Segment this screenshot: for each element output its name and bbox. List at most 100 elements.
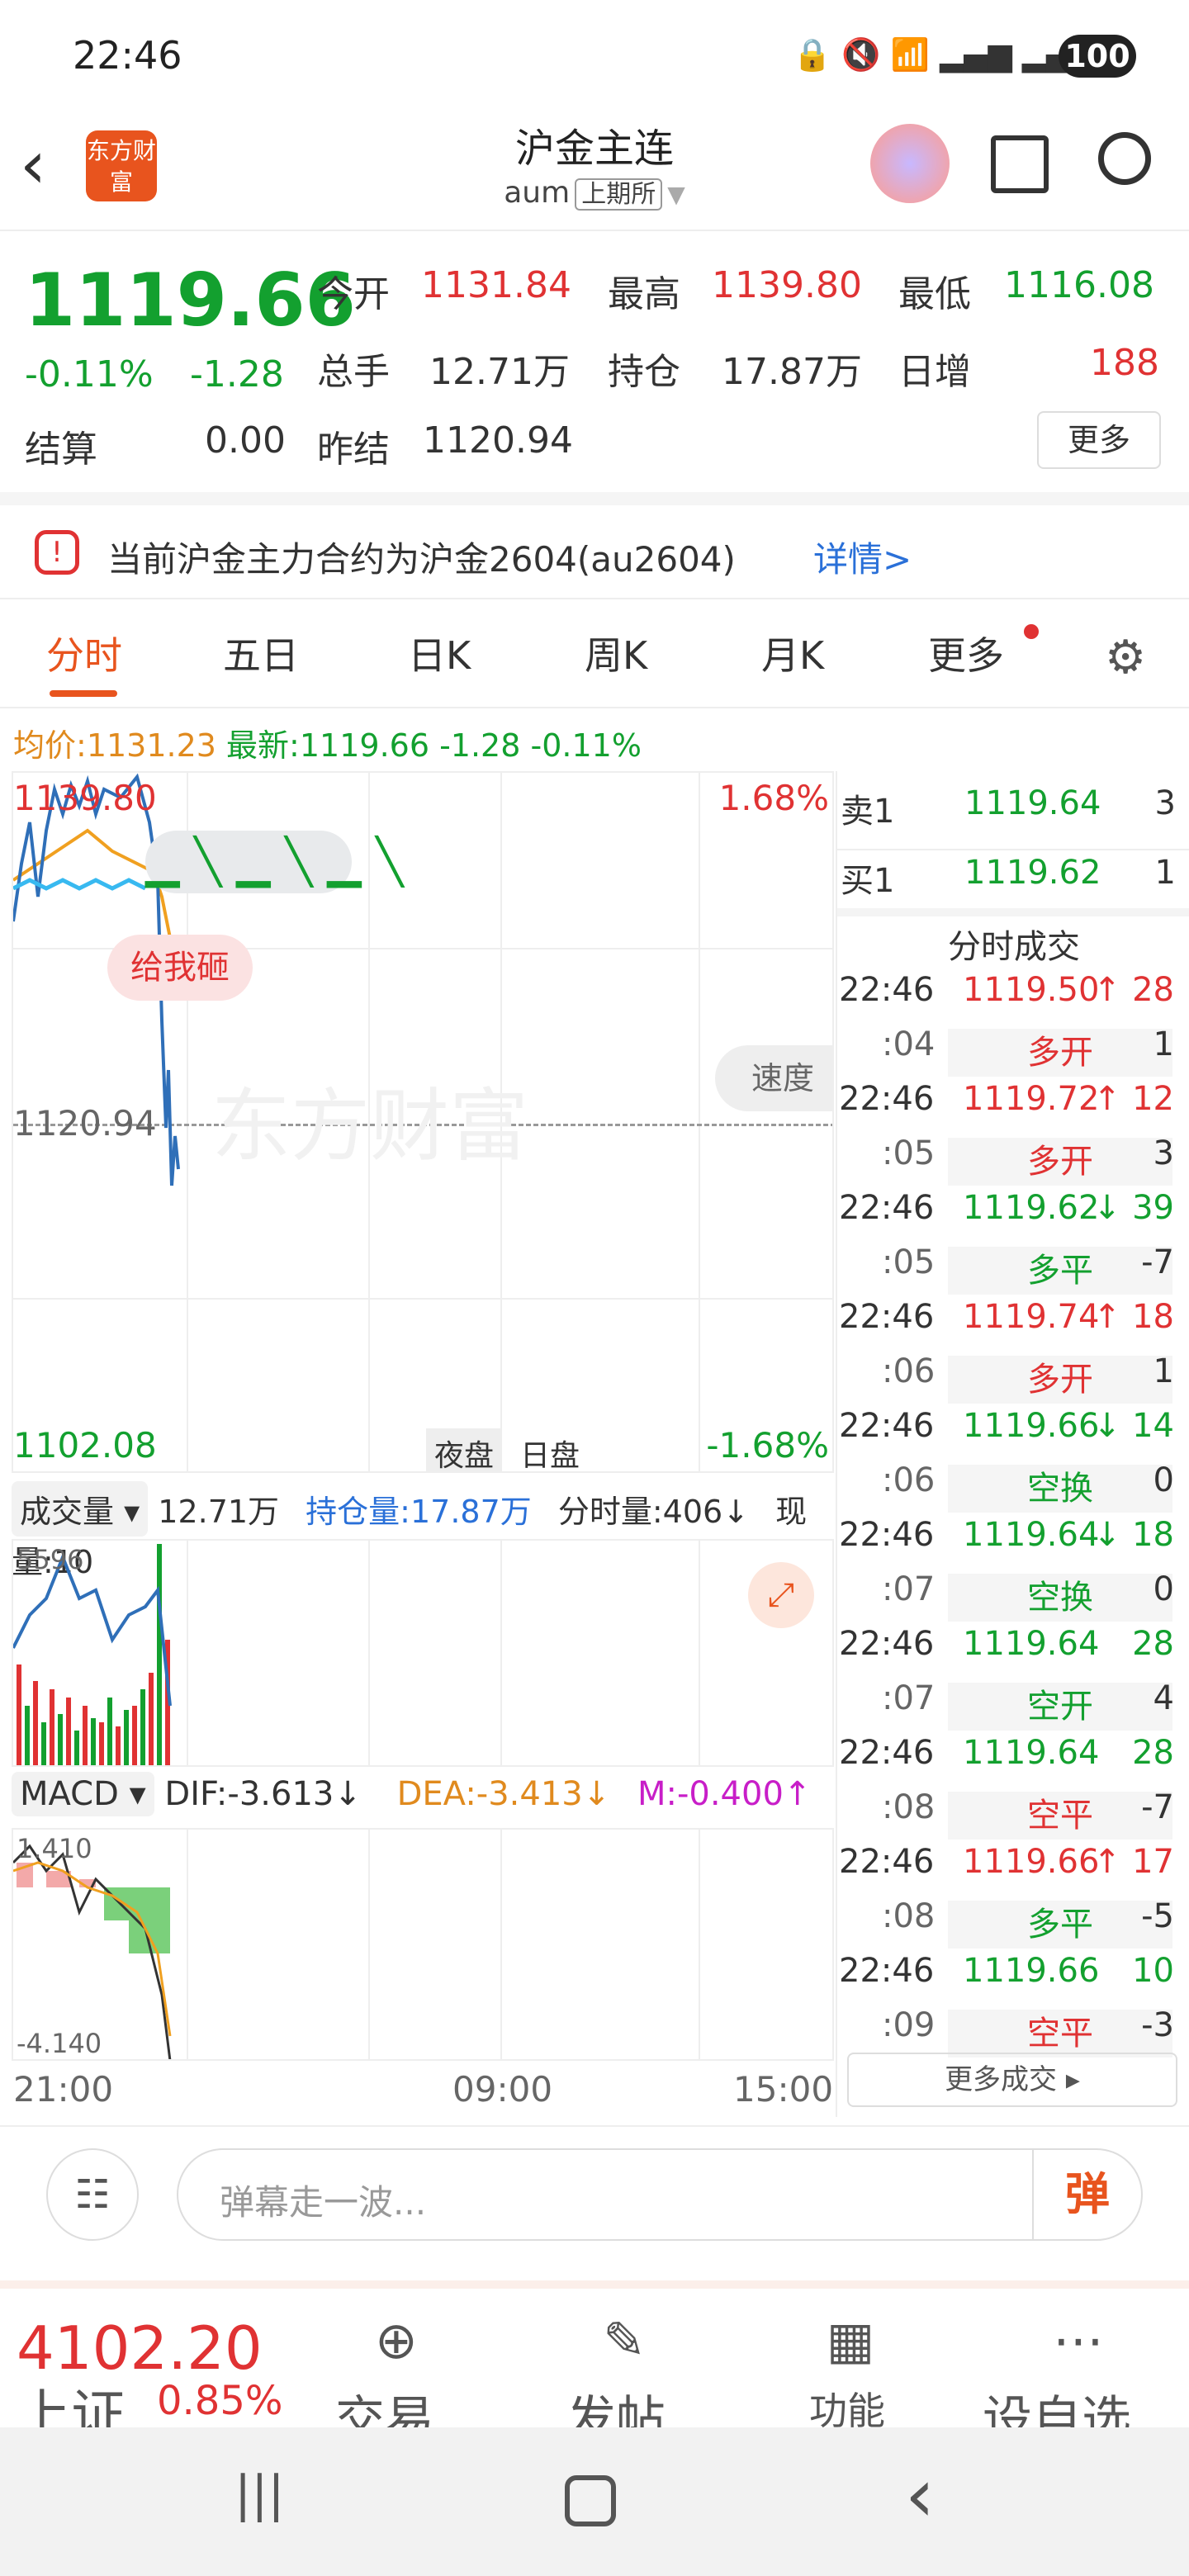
macd-chart[interactable]: 1.410 -4.140 (12, 1828, 834, 2061)
trade-oi-change: 1 (1153, 1352, 1174, 1390)
trade-arrow: ↑ (1093, 1080, 1121, 1118)
notice-detail-link[interactable]: 详情> (813, 532, 912, 582)
trade-action: 空平 (948, 2010, 1172, 2057)
trade-time: 22:46 (839, 971, 935, 1009)
open-value: 1131.84 (421, 264, 571, 306)
bottom-price-label: 1102.08 (13, 1425, 157, 1466)
contract-info[interactable]: aum 上期所 ▼ (347, 173, 842, 211)
open-label: 今开 (317, 273, 390, 315)
trade-oi-change: 0 (1153, 1570, 1174, 1608)
tab-week-k[interactable]: 周K (585, 626, 647, 680)
danmaku-bubble[interactable]: 给我砸 (107, 935, 253, 1001)
trade-action: 多开 (948, 1356, 1172, 1404)
prev-settle-label: 昨结 (317, 429, 390, 471)
trade-oi-change: -5 (1141, 1897, 1174, 1935)
trade-row: 22:46 1119.66 10 (836, 1952, 1182, 2006)
trade-row: 22:46 1119.50 ↑ 28 (836, 971, 1182, 1025)
trade-volume: 28 (1132, 971, 1174, 1009)
high-label: 最高 (608, 273, 680, 315)
ask-qty: 3 (1154, 784, 1176, 822)
tab-month-k[interactable]: 月K (761, 626, 824, 680)
volume-label: 总手 (317, 351, 390, 393)
bottom-nav: 4102.20 上证 0.85% ⊕ 交易 ✎ 发帖 ▦ 功能 ⋯ 设自选 (0, 2280, 1189, 2449)
oi-label: 持仓 (608, 351, 680, 393)
comments-icon[interactable]: ☷ (46, 2148, 139, 2241)
notice-text: 当前沪金主力合约为沪金2604(au2604) (107, 539, 736, 580)
volume-header: 成交量 ▾ 12.71万 持仓量:17.87万 分时量:406↓ 现量:10 (12, 1481, 834, 1580)
trade-detail-row: :06 空换 0 (836, 1461, 1182, 1516)
tab-five-day[interactable]: 五日 (223, 626, 299, 680)
trade-row: 22:46 1119.66 ↑ 17 (836, 1843, 1182, 1897)
mid-price-label: 1120.94 (13, 1103, 157, 1144)
home-icon[interactable] (565, 2475, 616, 2526)
status-icons: 🔒 🔇 📶 ▂▄▆ ▂▄▆ (793, 36, 1095, 73)
speed-label: 速度 (751, 1060, 815, 1096)
volume-value: 12.71万 (429, 351, 570, 393)
high-value: 1139.80 (712, 264, 862, 306)
dea-value: DEA:-3.413 (396, 1775, 583, 1813)
danmaku-input[interactable]: 弹幕走一波... 弹 (177, 2148, 1143, 2241)
trade-time: 22:46 (839, 1952, 935, 1990)
page-title: 沪金主连 (514, 125, 674, 172)
trade-time: 22:46 (839, 1843, 935, 1881)
tab-active-indicator (50, 690, 117, 697)
caret-down-icon: ▼ (667, 181, 685, 208)
trade-arrow: ↑ (1093, 1298, 1121, 1336)
notice-bar[interactable]: ! 当前沪金主力合约为沪金2604(au2604) 详情> (0, 492, 1189, 599)
trade-row: 22:46 1119.64 28 (836, 1734, 1182, 1788)
macd-svg (13, 1844, 172, 2059)
post-icon[interactable]: ✎ (583, 2310, 666, 2370)
trade-volume: 28 (1132, 1625, 1174, 1663)
tab-day-k[interactable]: 日K (408, 626, 471, 680)
volume-bars-svg (13, 1544, 172, 1765)
m-value: M:-0.400 (637, 1775, 784, 1813)
recent-apps-icon[interactable]: ||| (234, 2465, 285, 2523)
speed-pill[interactable]: 速度 (715, 1045, 832, 1111)
alert-icon: ! (35, 530, 79, 575)
function-icon[interactable]: ▦ (809, 2310, 892, 2370)
trade-action: 多开 (948, 1138, 1172, 1186)
volume-select[interactable]: 成交量 ▾ (12, 1481, 149, 1537)
settings-icon[interactable]: ⚙ (1105, 631, 1146, 684)
macd-select[interactable]: MACD ▾ (12, 1772, 154, 1816)
trade-volume: 12 (1132, 1080, 1174, 1118)
more-dots-icon[interactable]: ⋯ (1037, 2310, 1120, 2370)
back-icon[interactable]: ‹ (20, 132, 46, 198)
intraday-chart[interactable]: 东方财富 ▁╲▁╲▁╲ 给我砸 速度 1139.80 1.68% 1120.94… (12, 771, 834, 1473)
trade-arrow: ↓ (1093, 1189, 1121, 1227)
search-icon[interactable] (1098, 132, 1151, 185)
volume-chart[interactable]: 5596 ⤢ (12, 1539, 834, 1767)
share-icon[interactable] (991, 135, 1049, 193)
trade-oi-change: -7 (1141, 1243, 1174, 1281)
trade-icon[interactable]: ⊕ (355, 2310, 438, 2370)
latest-change: -1.28 (439, 727, 521, 764)
more-button[interactable]: 更多 (1037, 411, 1161, 469)
trade-detail-row: :08 空平 -7 (836, 1788, 1182, 1843)
trade-time: 22:46 (839, 1625, 935, 1663)
bid-row: 买1 1119.62 1 (837, 854, 1184, 908)
trade-row: 22:46 1119.64 ↓ 18 (836, 1516, 1182, 1570)
tab-minute[interactable]: 分时 (46, 626, 122, 680)
more-trades-button[interactable]: 更多成交 ▸ (847, 2053, 1177, 2107)
trades-list[interactable]: 22:46 1119.50 ↑ 28:04 多开 1 22:46 1119.72 ↑ 12:05 多… (836, 971, 1189, 2061)
trade-price: 1119.64 (963, 1516, 1100, 1554)
latest-value: 1119.66 (299, 727, 429, 764)
back-nav-icon[interactable]: ‹ (905, 2452, 935, 2539)
trade-action: 多平 (948, 1247, 1172, 1295)
exchange-tag: 上期所 (575, 178, 663, 211)
tab-more[interactable]: 更多 (928, 626, 1004, 680)
trade-time: 22:46 (839, 1407, 935, 1445)
trade-oi-change: 4 (1153, 1679, 1174, 1717)
danmaku-send-button[interactable]: 弹 (1032, 2150, 1141, 2239)
trade-detail-row: :08 多平 -5 (836, 1897, 1182, 1952)
low-label: 最低 (898, 273, 971, 315)
trade-oi-change: 1 (1153, 1025, 1174, 1063)
expand-icon[interactable]: ⤢ (748, 1562, 814, 1628)
trade-oi-change: 3 (1153, 1134, 1174, 1172)
bid-label: 买1 (841, 862, 895, 900)
assistant-avatar[interactable] (870, 124, 950, 203)
macd-header: MACD ▾ DIF:-3.613↓ DEA:-3.413↓ M:-0.400↑ (12, 1772, 834, 1826)
trade-second: :04 (882, 1025, 936, 1063)
trade-row: 22:46 1119.66 ↓ 14 (836, 1407, 1182, 1461)
dif-value: DIF:-3.613 (164, 1775, 334, 1813)
